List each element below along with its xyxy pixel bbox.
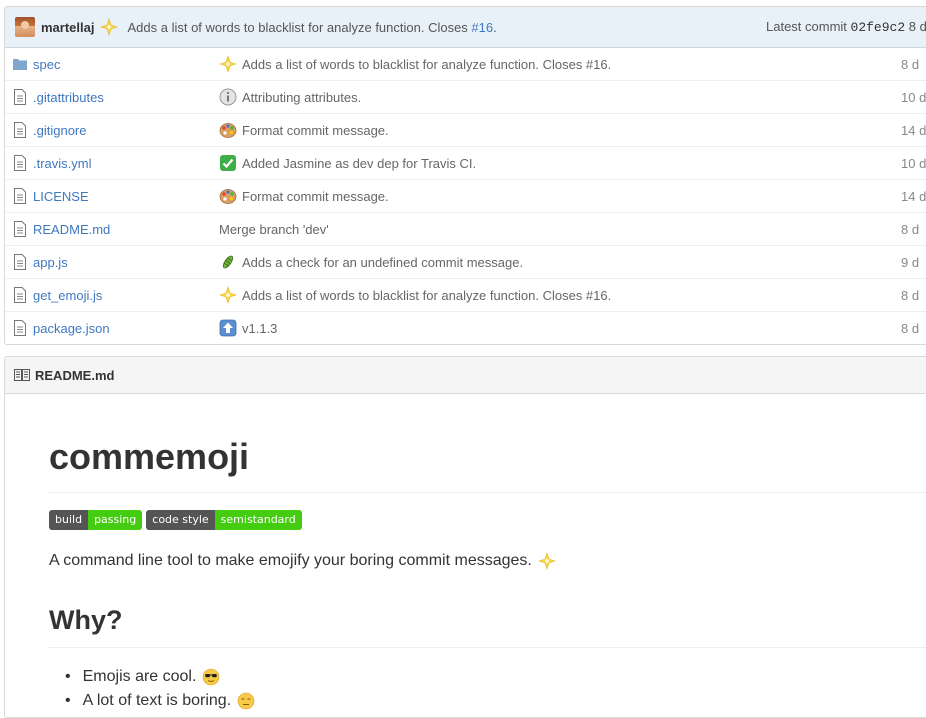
up-emoji-icon	[219, 319, 237, 337]
file-commit-message[interactable]: Adds a list of words to blacklist for an…	[219, 286, 611, 304]
file-commit-message[interactable]: Format commit message.	[219, 187, 389, 205]
sparkle-emoji-icon	[219, 55, 237, 73]
file-commit-message[interactable]: v1.1.3	[219, 319, 277, 337]
why-divider	[49, 647, 926, 648]
badge-row: build passing code style semistandard	[49, 510, 302, 530]
title-divider	[49, 492, 926, 493]
table-row[interactable]: README.md Merge branch 'dev' 8 d	[5, 212, 926, 245]
file-icon	[13, 320, 27, 336]
table-row[interactable]: spec Adds a list of words to blacklist fo…	[5, 48, 926, 80]
file-age: 14 d	[901, 188, 926, 204]
file-age: 8 d	[901, 320, 920, 336]
file-icon	[13, 89, 27, 105]
repo-title: commemoji	[49, 436, 250, 477]
latest-commit-info: Latest commit 02fe9c2 8 d	[766, 19, 926, 35]
file-commit-message[interactable]: Attributing attributes.	[219, 88, 361, 106]
file-commit-message[interactable]: Format commit message.	[219, 121, 389, 139]
sparkle-emoji-icon	[100, 18, 119, 36]
file-name-link[interactable]: get_emoji.js	[33, 288, 102, 303]
code-style-badge[interactable]: code style semistandard	[146, 510, 302, 530]
commit-message[interactable]: Adds a list of words to blacklist for an…	[127, 20, 496, 35]
table-row[interactable]: get_emoji.js Adds a list of words to blac…	[5, 278, 926, 311]
file-icon	[13, 254, 27, 270]
file-age: 8 d	[901, 287, 920, 303]
author-avatar[interactable]	[15, 17, 35, 37]
table-row[interactable]: .gitattributes Attributing attributes. 10 …	[5, 80, 926, 113]
file-icon	[13, 122, 27, 138]
build-badge[interactable]: build passing	[49, 510, 143, 530]
file-age: 10 d	[901, 155, 926, 171]
file-name-link[interactable]: .travis.yml	[33, 156, 92, 171]
sunglasses-emoji-icon	[202, 668, 220, 686]
file-commit-message[interactable]: Merge branch 'dev'	[219, 222, 329, 237]
file-name-link[interactable]: package.json	[33, 321, 110, 336]
sparkle-emoji-icon	[537, 552, 556, 570]
table-row[interactable]: .gitignore Format commit message. 14 d	[5, 113, 926, 146]
readme-filename: README.md	[35, 367, 115, 383]
file-name-link[interactable]: app.js	[33, 255, 68, 270]
readme-header: README.md	[5, 357, 926, 394]
list-item: A lot of text is boring.	[61, 689, 260, 713]
table-row[interactable]: LICENSE Format commit message. 14 d	[5, 179, 926, 212]
readme-panel: README.md commemoji build passing code st…	[4, 356, 926, 718]
check-emoji-icon	[219, 154, 237, 172]
file-name-link[interactable]: LICENSE	[33, 189, 89, 204]
file-commit-message[interactable]: Added Jasmine as dev dep for Travis CI.	[219, 154, 476, 172]
issue-link[interactable]: #16	[471, 20, 493, 35]
file-name-link[interactable]: .gitignore	[33, 123, 86, 138]
file-name-link[interactable]: spec	[33, 57, 60, 72]
file-commit-message[interactable]: Adds a list of words to blacklist for an…	[219, 55, 611, 73]
file-icon	[13, 221, 27, 237]
file-name-link[interactable]: README.md	[33, 222, 110, 237]
palette-emoji-icon	[219, 187, 237, 205]
commit-sha[interactable]: 02fe9c2	[851, 20, 906, 35]
file-icon	[13, 287, 27, 303]
file-icon	[13, 155, 27, 171]
file-commit-message[interactable]: Adds a check for an undefined commit mes…	[219, 253, 523, 271]
table-row[interactable]: .travis.yml Added Jasmine as dev dep for …	[5, 146, 926, 179]
file-browser: martellaj Adds a list of words to blackl…	[4, 6, 926, 345]
file-icon	[13, 188, 27, 204]
file-list: spec Adds a list of words to blacklist fo…	[5, 48, 926, 344]
table-row[interactable]: app.js Adds a check for an undefined comm…	[5, 245, 926, 278]
folder-icon	[13, 56, 27, 72]
commit-author[interactable]: martellaj	[41, 20, 94, 35]
list-item: Emojis are cool.	[61, 665, 260, 689]
book-icon	[14, 369, 30, 381]
bug-emoji-icon	[219, 253, 237, 271]
tagline: A command line tool to make emojify your…	[49, 552, 561, 570]
latest-commit-bar: martellaj Adds a list of words to blackl…	[5, 7, 926, 48]
reasons-list: Emojis are cool. A lot of text is boring…	[61, 665, 260, 713]
palette-emoji-icon	[219, 121, 237, 139]
table-row[interactable]: package.json v1.1.3 8 d	[5, 311, 926, 344]
file-age: 10 d	[901, 89, 926, 105]
why-heading: Why?	[49, 605, 123, 635]
sparkle-emoji-icon	[219, 286, 237, 304]
unamused-emoji-icon	[237, 692, 255, 710]
info-emoji-icon	[219, 88, 237, 106]
file-age: 8 d	[901, 56, 920, 72]
file-age: 14 d	[901, 122, 926, 138]
file-age: 8 d	[901, 221, 920, 237]
file-name-link[interactable]: .gitattributes	[33, 90, 104, 105]
file-age: 9 d	[901, 254, 920, 270]
